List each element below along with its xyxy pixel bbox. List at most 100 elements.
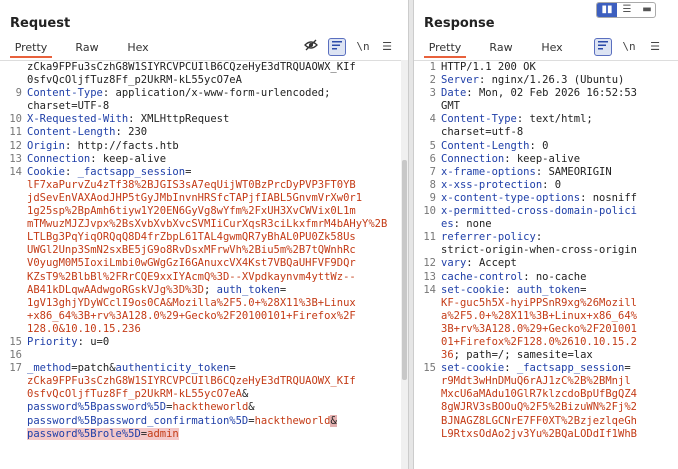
code-line: password%5Bpassword_confirmation%5D=hack… (0, 414, 408, 428)
code-token: 0sfvQcOljfTuz8Ff_p2UkRM-kL55ycO7eA (27, 74, 242, 87)
eye-slash-icon[interactable] (302, 38, 320, 56)
line-code: Connection: keep-alive (27, 153, 400, 166)
code-token: jdSevEnVAXAodJHP5tGyJMbInvnHRSfcTAPjfIAB… (27, 191, 363, 204)
code-token: hacktheworld (254, 414, 331, 427)
code-token: 01+Firefox%2F128.0%2610.10.15.2 (441, 335, 637, 348)
line-code: GMT (441, 100, 670, 113)
response-editor[interactable]: 1 HTTP/1.1 200 OK 2 Server: nginx/1.26.3 (U… (414, 60, 678, 469)
code-token: : SAMEORIGIN (535, 165, 612, 178)
line-number: 12 (9, 139, 22, 152)
code-token: : 0 (529, 139, 549, 152)
line-code: X-Requested-With: XMLHttpRequest (27, 113, 400, 126)
tab-pretty[interactable]: Pretty (10, 38, 52, 58)
code-token: r9Mdt3wHnDMuQ6rAJ1zC%2B%2BMnjl (441, 375, 631, 388)
code-line: zCka9FPFu3sCzhG8W1SIYRCVPCUIlB6CQzeHyE3d… (0, 375, 408, 388)
code-line: 10 x-permitted-cross-domain-polici (414, 205, 678, 218)
code-line: 8gWJRV3sBOOuQ%2F5%2BizuWN%2Fj%2 (414, 401, 678, 414)
code-token: = (279, 283, 287, 296)
code-line: 5 Content-Length: 0 (414, 140, 678, 153)
line-code: strict-origin-when-cross-origin (441, 244, 670, 257)
code-token: : no-cache (523, 270, 587, 283)
code-token: 1g25sp%2BpAmh6tiyw1Y20EN6GyVg8wYfm%2FxUH… (27, 205, 356, 218)
code-line: 15 Priority: u=0 (0, 336, 408, 349)
line-code: vary: Accept (441, 257, 670, 270)
code-line: 01+Firefox%2F128.0%2610.10.15.2 (414, 336, 678, 349)
line-code: referrer-policy: (441, 231, 670, 244)
code-line: 7 x-frame-options: SAMEORIGIN (414, 166, 678, 179)
request-toolbar: \n ☰ (300, 38, 404, 56)
code-token: : nosniff (580, 191, 637, 204)
code-token: = (624, 362, 631, 375)
line-code: Priority: u=0 (27, 336, 400, 349)
line-number: 2 (429, 74, 436, 87)
request-title: Request (10, 16, 71, 31)
code-token: _factsapp_session (77, 165, 186, 178)
code-line: lF7xaPurvZu4zTf38%2BJGIS3sA7eqUijWT0BzPr… (0, 179, 408, 192)
line-code: charset=UTF-8 (27, 100, 400, 113)
single-view-icon[interactable]: ▬ (637, 3, 655, 17)
request-scrollbar[interactable] (401, 60, 408, 469)
newline-icon[interactable]: \n (354, 38, 372, 56)
layout-toggle: ▮▮ ☰ ▬ (596, 2, 656, 18)
tab-hex[interactable]: Hex (538, 38, 566, 58)
wrap-lines-icon[interactable] (328, 38, 346, 56)
request-pane: Request Pretty Raw Hex \n ☰ zCka9FPFu3sC… (0, 0, 408, 469)
line-code: x-xss-protection: 0 (441, 179, 670, 192)
horizontal-view-icon[interactable]: ☰ (617, 3, 637, 17)
code-token: Content-Type (441, 113, 517, 126)
request-editor[interactable]: zCka9FPFu3sCzhG8W1SIYRCVPCUIlB6CQzeHyE3d… (0, 60, 408, 469)
code-line: UWGl2Unp3SmN2sxBE5jG9o8RvDsxMFrwVh%2Biu5… (0, 244, 408, 257)
line-code: 0sfvQcOljfTuz8Ff_p2UkRM-kL55ycO7eA (27, 74, 400, 87)
tab-raw[interactable]: Raw (486, 38, 516, 58)
code-token: referrer-policy (441, 231, 536, 244)
code-token: 0sfvQcOljfTuz8Ff_p2UkRM-kL55ycO7eA (27, 388, 242, 401)
line-number: 10 (423, 205, 436, 218)
code-line: charset=utf-8 (414, 126, 678, 139)
code-token: : u=0 (77, 335, 110, 348)
code-token: Content-Type (27, 87, 103, 100)
line-number: 6 (429, 152, 436, 165)
code-line: MxcU6aMAdu10GlR7klzcdoBpUfBgQZ4 (414, 388, 678, 401)
line-code: password%5Bpassword%5D=hacktheworld& (27, 401, 400, 414)
code-line: 15 set-cookie: _factsapp_session= (414, 362, 678, 375)
response-pane: ▮▮ ☰ ▬ Response Pretty Raw Hex \n ☰ 1 HTT… (414, 0, 678, 469)
code-line: 36; path=/; samesite=lax (414, 349, 678, 362)
menu-icon[interactable]: ☰ (646, 38, 664, 56)
newline-icon[interactable]: \n (620, 38, 638, 56)
code-token: 128.0&10.10.15.236 (27, 322, 141, 335)
tab-pretty[interactable]: Pretty (424, 38, 466, 58)
code-token: +x86_64%3B+rv%3A128.0%29+Gecko%2F2010010… (27, 309, 356, 322)
code-token: X-Requested-With (27, 113, 129, 126)
code-token: 1gV13ghjYDyWCclI9os0CA&Mozilla%2F5.0+%28… (27, 296, 356, 309)
line-number: 17 (9, 362, 22, 375)
line-code: BJNAGZ8LGCNrE7FF0XT%2BzjezlqeGh (441, 415, 670, 428)
code-token: UWGl2Unp3SmN2sxBE5jG9o8RvDsxMFrwVh%2Biu5… (27, 244, 356, 257)
code-token: = (229, 362, 236, 375)
line-code: 0sfvQcOljfTuz8Ff_p2UkRM-kL55ycO7eA& (27, 388, 400, 401)
code-token: 36 (441, 349, 454, 362)
line-code: set-cookie: _factsapp_session= (441, 362, 670, 375)
line-number: 3 (429, 87, 436, 100)
wrap-lines-icon[interactable] (594, 38, 612, 56)
line-code: password%5Bpassword_confirmation%5D=hack… (27, 414, 400, 428)
code-line: 0sfvQcOljfTuz8Ff_p2UkRM-kL55ycO7eA& (0, 388, 408, 401)
menu-icon[interactable]: ☰ (378, 38, 396, 56)
tab-raw[interactable]: Raw (72, 38, 102, 58)
code-line: 9 Content-Type: application/x-www-form-ur… (0, 87, 408, 100)
code-token: Date (441, 87, 467, 100)
line-code: r9Mdt3wHnDMuQ6rAJ1zC%2B%2BMnjl (441, 375, 670, 388)
code-token: Server (441, 74, 479, 87)
tab-hex[interactable]: Hex (124, 38, 152, 58)
split-view-icon[interactable]: ▮▮ (597, 3, 617, 17)
request-scroll-thumb[interactable] (402, 160, 407, 380)
code-token: Cookie (27, 165, 65, 178)
code-line: strict-origin-when-cross-origin (414, 244, 678, 257)
code-token: Priority (27, 335, 78, 348)
line-code: 8gWJRV3sBOOuQ%2F5%2BizuWN%2Fj%2 (441, 401, 670, 414)
code-line: L9RtxsOdAo2jv3Yu%2BQaLODdIf1WhB (414, 428, 678, 441)
code-token: ; path=/; samesite=lax (453, 349, 593, 362)
line-code: AB41kDLqwAAdwgoRGskVJg%3D%3D; auth_token… (27, 284, 400, 297)
line-code: HTTP/1.1 200 OK (441, 61, 670, 74)
line-code: 36; path=/; samesite=lax (441, 349, 670, 362)
code-token: x-xss-protection (441, 178, 543, 191)
